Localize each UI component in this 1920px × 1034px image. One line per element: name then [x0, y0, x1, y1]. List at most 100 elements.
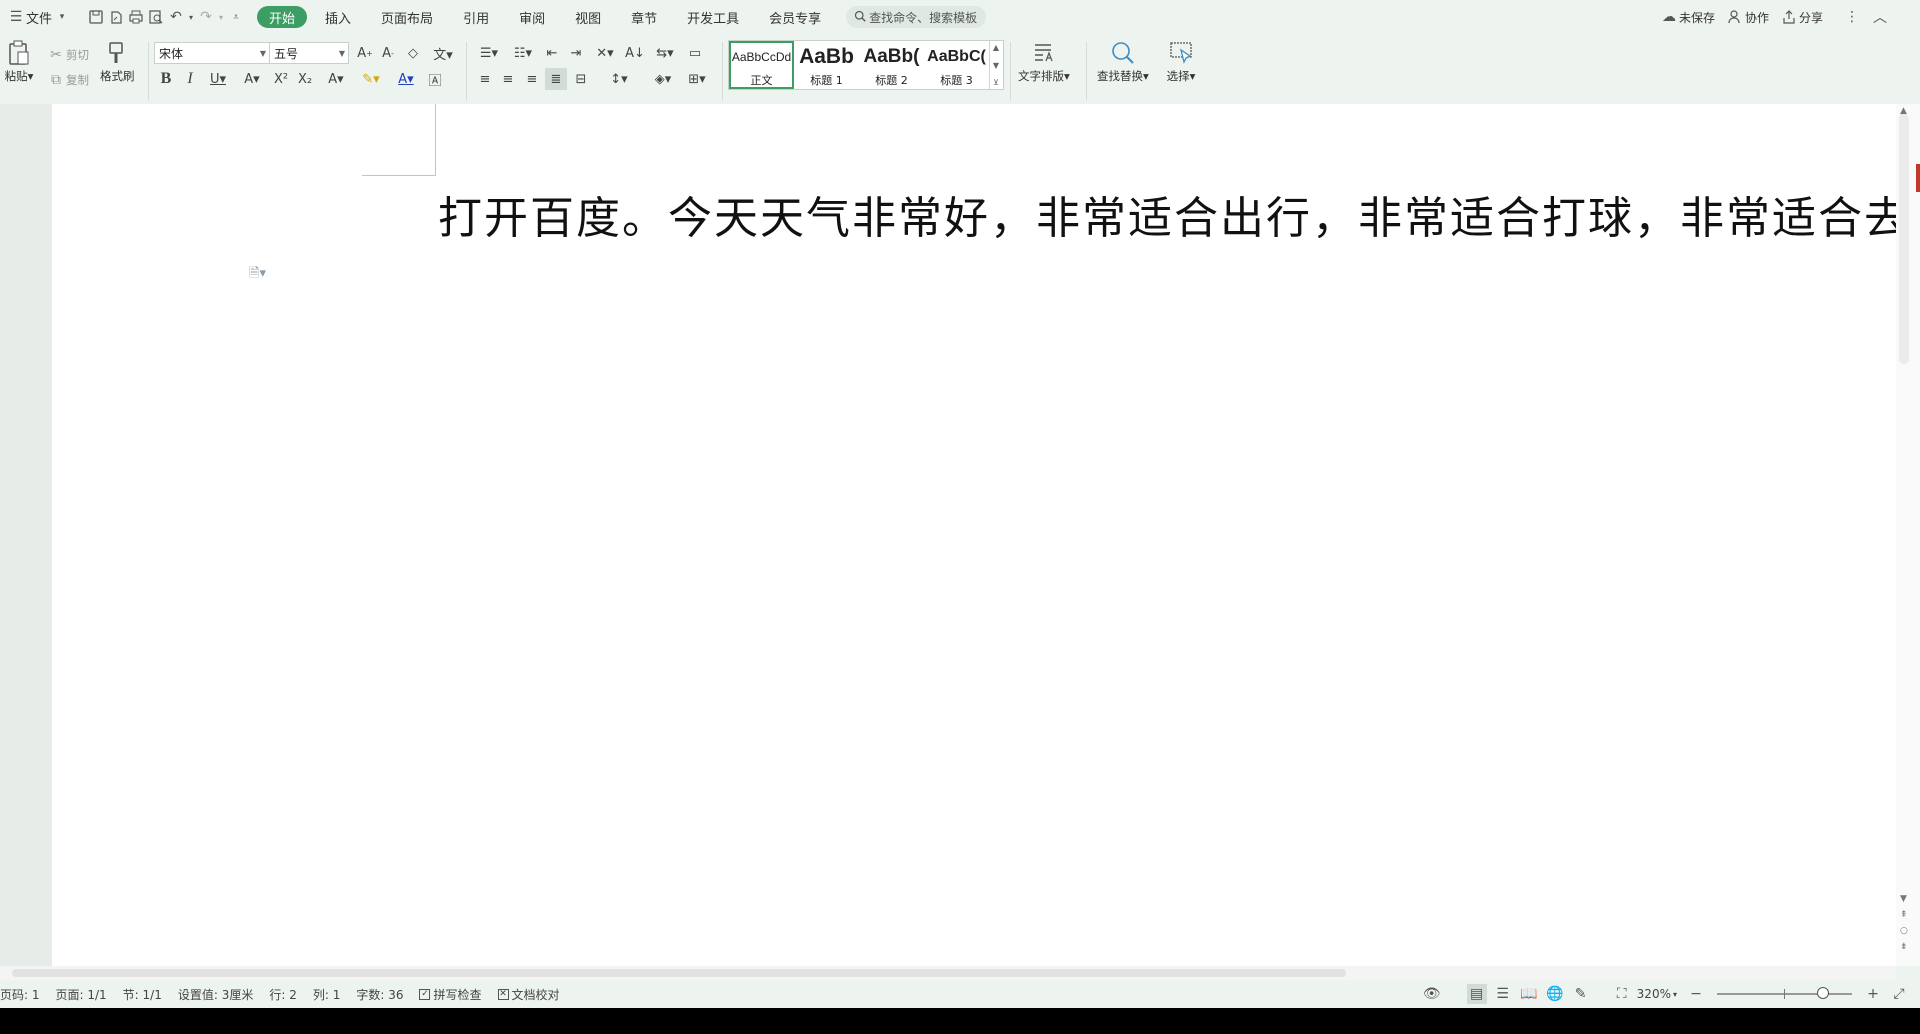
spell-check-toggle[interactable]: ✓ 拼写检查 [419, 986, 482, 1003]
prev-page-icon[interactable]: ⇞ [1900, 910, 1908, 920]
underline-icon[interactable]: U▾ [204, 68, 232, 90]
shading-icon[interactable]: ◈▾ [648, 68, 678, 90]
font-color-icon[interactable]: A▾ [392, 68, 420, 90]
customize-toolbar-icon[interactable]: ⩡ [226, 7, 246, 27]
write-mode-icon[interactable]: ✎ [1571, 984, 1591, 1004]
select-button[interactable]: 选择▾ [1166, 38, 1196, 84]
share-button[interactable]: 分享 [1774, 5, 1828, 29]
file-menu[interactable]: ☰ 文件 ▾ [0, 5, 78, 29]
copy-button[interactable]: ⧉ 复制 [46, 69, 89, 91]
undo-dropdown-icon[interactable]: ▾ [186, 7, 196, 27]
zoom-slider[interactable] [1717, 987, 1852, 999]
fullscreen-icon[interactable]: ⤢ [1889, 984, 1909, 1004]
tab-insert[interactable]: 插入 [313, 6, 363, 28]
status-word-count[interactable]: 字数: 36 [356, 986, 403, 1003]
outline-view-icon[interactable]: ☰ [1493, 984, 1513, 1004]
phonetic-guide-icon[interactable]: 文▾ [428, 42, 458, 64]
style-heading-2[interactable]: AaBb( 标题 2 [859, 41, 924, 89]
next-page-icon[interactable]: ⇟ [1900, 942, 1908, 952]
decrease-indent-icon[interactable]: ⇤ [541, 42, 563, 64]
status-col[interactable]: 列: 1 [313, 986, 341, 1003]
show-marks-icon[interactable]: ⇆▾ [650, 42, 680, 64]
numbered-list-icon[interactable]: ☷▾ [508, 42, 538, 64]
scrollbar-thumb[interactable] [12, 969, 1346, 977]
chevron-down-icon[interactable]: ▾ [1673, 990, 1677, 999]
tab-member[interactable]: 会员专享 [757, 6, 833, 28]
align-center-icon[interactable]: ≡ [497, 68, 519, 90]
increase-indent-icon[interactable]: ⇥ [565, 42, 587, 64]
align-right-icon[interactable]: ≡ [521, 68, 543, 90]
style-heading-3[interactable]: AaBbC( 标题 3 [924, 41, 989, 89]
undo-icon[interactable]: ↶ [166, 7, 186, 27]
status-row[interactable]: 行: 2 [269, 986, 297, 1003]
tab-home[interactable]: 开始 [257, 6, 308, 28]
zoom-in-icon[interactable]: + [1863, 984, 1883, 1004]
eye-protection-icon[interactable]: 👁 [1422, 984, 1442, 1004]
status-section[interactable]: 节: 1/1 [123, 986, 162, 1003]
doc-proof-button[interactable]: ✕ 文档校对 [497, 986, 560, 1003]
save-icon[interactable] [86, 7, 106, 27]
table-line-icon[interactable]: ▭ [684, 42, 706, 64]
decrease-font-icon[interactable]: A- [377, 42, 399, 64]
fit-page-icon[interactable]: ⛶ [1612, 984, 1632, 1004]
italic-icon[interactable]: I [179, 68, 201, 90]
border-icon[interactable]: ⊞▾ [682, 68, 712, 90]
increase-font-icon[interactable]: A + [354, 42, 376, 64]
paragraph-options-icon[interactable]: 🗎▾ [249, 264, 266, 286]
superscript-icon[interactable]: X² [270, 68, 292, 90]
expand-gallery-icon[interactable]: ⊻ [993, 78, 999, 87]
document-text[interactable]: 打开百度。今天天气非常好，非常适合出行，非常适合打球，非常适合去喝 [438, 182, 1920, 246]
print-icon[interactable] [126, 7, 146, 27]
cut-button[interactable]: ✂ 剪切 [46, 44, 89, 66]
font-name-select[interactable]: 宋体 ▼ [154, 42, 270, 64]
tab-section[interactable]: 章节 [619, 6, 669, 28]
tab-view[interactable]: 视图 [563, 6, 613, 28]
line-spacing-icon[interactable]: ↕▾ [604, 68, 634, 90]
subscript-icon[interactable]: X₂ [294, 68, 316, 90]
bullet-list-icon[interactable]: ☰▾ [474, 42, 504, 64]
style-normal[interactable]: AaBbCcDd 正文 [729, 41, 794, 89]
tab-developer[interactable]: 开发工具 [675, 6, 751, 28]
clear-format-icon[interactable]: ◇ [402, 42, 424, 64]
reading-view-icon[interactable]: 📖 [1519, 984, 1539, 1004]
strikethrough-icon[interactable]: A▾ [238, 68, 266, 90]
scroll-down-icon[interactable]: ▼ [1900, 894, 1907, 904]
collapse-ribbon-icon[interactable]: ︿ [1870, 7, 1890, 27]
more-options-icon[interactable]: ⋮ [1842, 7, 1862, 27]
format-painter-button[interactable]: 格式刷 [100, 38, 135, 84]
redo-dropdown-icon[interactable]: ▾ [216, 7, 226, 27]
find-replace-button[interactable]: 查找替换▾ [1097, 38, 1149, 84]
status-setting[interactable]: 设置值: 3厘米 [178, 986, 254, 1003]
zoom-out-icon[interactable]: − [1686, 984, 1706, 1004]
text-layout-button[interactable]: 文字排版▾ [1018, 38, 1070, 84]
sort-icon[interactable]: A↓ [624, 42, 646, 64]
chinese-layout-icon[interactable]: ✕▾ [590, 42, 620, 64]
unsaved-status[interactable]: ☁ 未保存 [1654, 5, 1720, 29]
horizontal-scrollbar[interactable] [0, 966, 1896, 980]
web-view-icon[interactable]: 🌐 [1545, 984, 1565, 1004]
align-justify-icon[interactable]: ≣ [545, 68, 567, 90]
gallery-scroll[interactable]: ▲ ▼ ⊻ [989, 41, 1002, 89]
tab-review[interactable]: 审阅 [507, 6, 557, 28]
text-effect-icon[interactable]: A▾ [322, 68, 350, 90]
highlight-icon[interactable]: ✎▾ [356, 68, 386, 90]
tab-references[interactable]: 引用 [451, 6, 501, 28]
chevron-up-icon[interactable]: ▲ [993, 43, 999, 52]
status-page-num[interactable]: 页码: 1 [0, 986, 40, 1003]
command-search-box[interactable]: 查找命令、搜索模板 [846, 6, 987, 28]
chevron-down-icon[interactable]: ▼ [993, 61, 999, 70]
distributed-align-icon[interactable]: ⊟ [570, 68, 592, 90]
style-heading-1[interactable]: AaBb 标题 1 [794, 41, 859, 89]
tab-page-layout[interactable]: 页面布局 [369, 6, 445, 28]
status-pages[interactable]: 页面: 1/1 [56, 986, 107, 1003]
zoom-slider-knob[interactable] [1817, 987, 1829, 999]
bold-icon[interactable]: B [155, 68, 177, 90]
print-preview-icon[interactable] [146, 7, 166, 27]
redo-icon[interactable]: ↷ [196, 7, 216, 27]
vertical-scrollbar[interactable]: ▲ ▼ ⇞ ○ ⇟ [1896, 104, 1920, 966]
page-view-icon[interactable]: ▤ [1466, 984, 1487, 1004]
zoom-level[interactable]: 320% [1637, 987, 1671, 1001]
scrollbar-thumb[interactable] [1899, 114, 1909, 364]
collab-button[interactable]: 协作 [1720, 5, 1774, 29]
align-left-icon[interactable]: ≡ [474, 68, 496, 90]
